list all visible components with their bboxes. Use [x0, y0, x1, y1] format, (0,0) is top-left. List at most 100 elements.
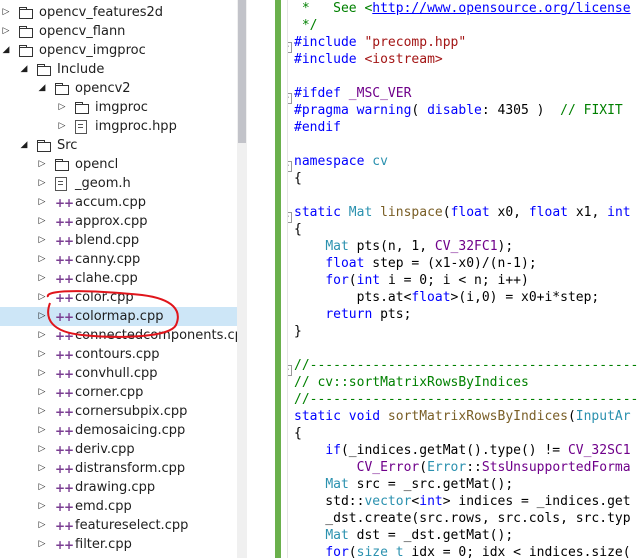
tree-item-label: corner.cpp — [75, 385, 144, 400]
tree-item[interactable]: ▷ imgproc.hpp — [0, 117, 237, 136]
tree-item[interactable]: ▷ opencl — [0, 155, 237, 174]
expand-arrow-icon[interactable]: ▷ — [36, 535, 48, 554]
code-line: static void sortMatrixRowsByIndices(Inpu… — [294, 408, 631, 425]
tree-item[interactable]: ▷ opencv_flann — [0, 22, 237, 41]
code-line: } — [294, 323, 302, 340]
tree-item[interactable]: ▷ ++ accum.cpp — [0, 193, 237, 212]
expand-arrow-icon[interactable]: ▷ — [36, 421, 48, 440]
code-line: */ — [294, 17, 318, 34]
collapse-arrow-icon[interactable]: ◢ — [0, 41, 12, 60]
expand-arrow-icon[interactable]: ▷ — [36, 155, 48, 174]
tree-item[interactable]: ◢ opencv_imgproc — [0, 41, 237, 60]
expand-arrow-icon[interactable]: ▷ — [36, 459, 48, 478]
cpp-file-icon: ++ — [55, 215, 74, 229]
expand-arrow-icon[interactable]: ▷ — [56, 117, 68, 136]
code-token: step = (x1-x0)/(n-1); — [372, 256, 537, 271]
tree-item[interactable]: ▷ ++ emd.cpp — [0, 497, 237, 516]
collapse-arrow-icon[interactable]: ◢ — [18, 136, 30, 155]
expand-arrow-icon[interactable]: ▷ — [36, 440, 48, 459]
expand-arrow-icon[interactable]: ▷ — [56, 98, 68, 117]
code-token: { — [294, 426, 302, 441]
tree-item[interactable]: ▷ ++ drawing.cpp — [0, 478, 237, 497]
expand-arrow-icon[interactable]: ▷ — [36, 516, 48, 535]
tree-item-label: Include — [57, 62, 105, 77]
tree-item[interactable]: ▷ _geom.h — [0, 174, 237, 193]
tree-item[interactable]: ▷ ++ cornersubpix.cpp — [0, 402, 237, 421]
collapse-region-icon[interactable]: − — [288, 212, 292, 223]
tree-item[interactable]: ▷ ++ approx.cpp — [0, 212, 237, 231]
expand-arrow-icon[interactable]: ▷ — [36, 383, 48, 402]
code-token: ); — [497, 239, 514, 254]
tree-item-label: convhull.cpp — [75, 366, 158, 381]
cpp-file-icon: ++ — [55, 234, 74, 248]
expand-arrow-icon[interactable]: ▷ — [36, 174, 48, 193]
cpp-file-icon: ++ — [55, 443, 74, 457]
expand-arrow-icon[interactable]: ▷ — [36, 478, 48, 497]
cpp-file-icon: ++ — [55, 405, 74, 419]
tree-item-label: opencv_features2d — [39, 5, 164, 20]
header-file-icon — [75, 120, 87, 134]
cpp-file-icon: ++ — [55, 386, 74, 400]
code-editor[interactable]: * See <http://www.opensource.org/license… — [288, 0, 638, 558]
collapse-region-icon[interactable]: − — [288, 93, 292, 104]
tree-item-label: filter.cpp — [75, 537, 132, 552]
expand-arrow-icon[interactable]: ▷ — [36, 250, 48, 269]
code-line: #include <iostream> — [294, 51, 443, 68]
tree-item[interactable]: ◢ Src — [0, 136, 237, 155]
tree-item[interactable]: ▷ ++ canny.cpp — [0, 250, 237, 269]
tree-item[interactable]: ▷ ++ blend.cpp — [0, 231, 237, 250]
expand-arrow-icon[interactable]: ▷ — [36, 364, 48, 383]
header-file-icon — [55, 177, 67, 191]
tree-item[interactable]: ▷ ++ convhull.cpp — [0, 364, 237, 383]
tree-item-label: contours.cpp — [75, 347, 160, 362]
folder-icon — [37, 140, 51, 152]
collapse-region-icon[interactable]: − — [288, 161, 292, 172]
code-line: for(int i = 0; i < n; i++) — [294, 272, 529, 289]
tree-item[interactable]: ▷ ++ corner.cpp — [0, 383, 237, 402]
code-token: cv — [372, 154, 388, 169]
collapse-arrow-icon[interactable]: ◢ — [18, 60, 30, 79]
tree-item[interactable]: ▷ opencv_features2d — [0, 3, 237, 22]
expand-arrow-icon[interactable]: ▷ — [36, 345, 48, 364]
code-token: CV_32FC1 — [434, 239, 498, 254]
tree-item[interactable]: ▷ ++ contours.cpp — [0, 345, 237, 364]
expand-arrow-icon[interactable]: ▷ — [36, 212, 48, 231]
tree-item[interactable]: ▷ ++ distransform.cpp — [0, 459, 237, 478]
expand-arrow-icon[interactable]: ▷ — [36, 231, 48, 250]
expand-arrow-icon[interactable]: ▷ — [0, 3, 12, 22]
code-token: (_indices.getMat().type() != — [340, 443, 568, 458]
code-token: #pragma warning — [294, 103, 412, 118]
tree-item[interactable]: ▷ ++ demosaicing.cpp — [0, 421, 237, 440]
expand-arrow-icon[interactable]: ▷ — [36, 193, 48, 212]
tree-item[interactable]: ◢ Include — [0, 60, 237, 79]
code-token: > indices = _indices.get — [442, 494, 631, 509]
tree-item[interactable]: ▷ imgproc — [0, 98, 237, 117]
tree-vertical-scrollbar[interactable] — [237, 0, 247, 558]
collapse-region-icon[interactable]: − — [288, 365, 292, 376]
code-token: "precomp.hpp" — [364, 35, 467, 50]
expand-arrow-icon[interactable]: ▷ — [36, 402, 48, 421]
code-token: idx = 0; idx < indices.size( — [411, 545, 631, 558]
tree-item[interactable]: ▷ ++ deriv.cpp — [0, 440, 237, 459]
cpp-file-icon: ++ — [55, 272, 74, 286]
expand-arrow-icon[interactable]: ▷ — [36, 269, 48, 288]
tree-scrollbar-thumb[interactable] — [238, 0, 246, 143]
tree-item[interactable]: ▷ ++ clahe.cpp — [0, 269, 237, 288]
expand-arrow-icon[interactable]: ▷ — [36, 497, 48, 516]
code-token: #endif — [294, 120, 341, 135]
tree-item[interactable]: ▷ ++ filter.cpp — [0, 535, 237, 554]
tree-item[interactable]: ◢ opencv2 — [0, 79, 237, 98]
cpp-file-icon: ++ — [55, 519, 74, 533]
expand-arrow-icon[interactable]: ▷ — [0, 22, 12, 41]
code-token: _MSC_VER — [348, 86, 412, 101]
collapse-arrow-icon[interactable]: ◢ — [36, 79, 48, 98]
collapse-region-icon[interactable]: − — [288, 42, 292, 53]
tree-item-label: demosaicing.cpp — [75, 423, 186, 438]
tree-item[interactable]: ▷ ++ featureselect.cpp — [0, 516, 237, 535]
code-token: std:: — [294, 494, 365, 509]
code-token: CV_Error — [356, 460, 420, 475]
code-token: if — [325, 443, 341, 458]
code-token: namespace — [294, 154, 373, 169]
